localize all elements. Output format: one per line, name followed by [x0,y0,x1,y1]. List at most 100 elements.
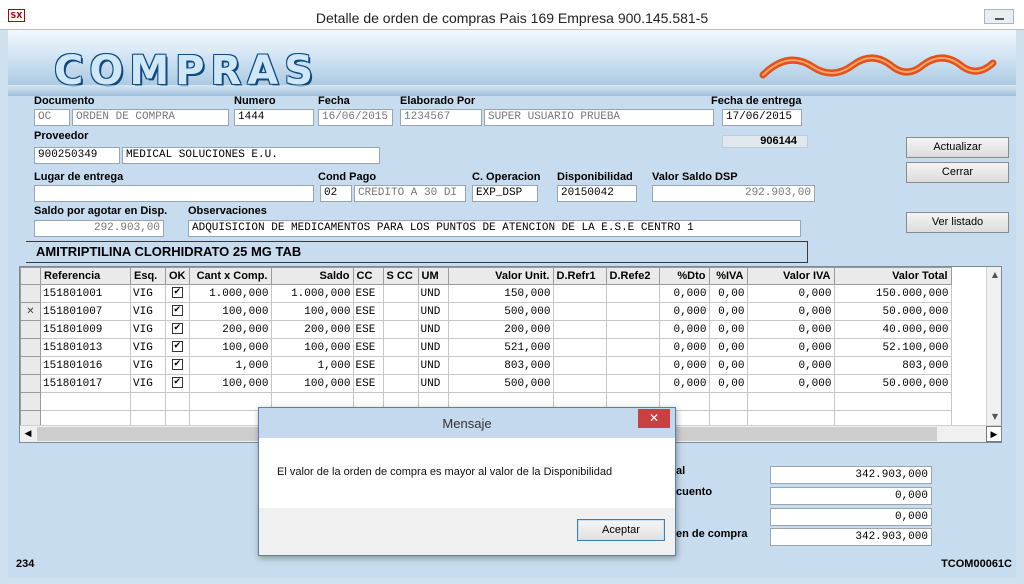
cell-dto[interactable]: 0,000 [658,356,710,375]
cell-scc[interactable] [382,374,419,393]
cell-scc[interactable] [382,320,419,339]
cell-um[interactable]: UND [417,374,449,393]
checkbox-checked-icon[interactable]: ✔ [171,341,183,353]
cell-vtotal[interactable]: 150.000,000 [833,284,952,303]
table-row[interactable]: 151801013 VIG ✔ 100,000 100,000 ESE UND 521,000… [20,338,952,357]
cell-d2[interactable] [605,302,660,321]
numero-field[interactable]: 1444 [234,109,314,126]
disponibilidad-field[interactable]: 20150042 [557,185,637,202]
table-row[interactable]: 151801009 VIG ✔ 200,000 200,000 ESE UND 200,000… [20,320,952,339]
cell-vtotal[interactable]: 50.000,000 [833,374,952,393]
col-valor-total[interactable]: Valor Total [833,267,952,285]
cell-ref[interactable]: 151801007 [40,302,131,321]
cell-ok[interactable]: ✔ [165,356,190,375]
cerrar-button[interactable]: Cerrar [906,162,1009,183]
cell-cc[interactable]: ESE [352,374,384,393]
scroll-up-icon[interactable]: ▲ [987,267,1001,283]
cell-saldo[interactable]: 100,000 [270,302,354,321]
cell-dto[interactable]: 0,000 [658,284,710,303]
col-valor-iva[interactable]: Valor IVA [746,267,835,285]
cell-vtotal[interactable]: 50.000,000 [833,302,952,321]
cell-viva[interactable]: 0,000 [746,338,835,357]
total-field[interactable]: 342.903,000 [770,466,932,484]
cell-iva[interactable]: 0,00 [708,284,748,303]
proveedor-name-field[interactable]: MEDICAL SOLUCIONES E.U. [122,147,380,164]
observaciones-field[interactable]: ADQUISICION DE MEDICAMENTOS PARA LOS PUN… [188,220,801,237]
aceptar-button[interactable]: Aceptar [577,519,665,541]
cell-cc[interactable]: ESE [352,302,384,321]
scroll-right-icon[interactable]: ▶ [986,426,1001,442]
cond-pago-desc-field[interactable]: CREDITO A 30 DI [354,185,466,202]
empty-cell[interactable] [165,392,190,411]
row-selector[interactable] [20,284,41,303]
empty-cell[interactable] [746,392,835,411]
cell-um[interactable]: UND [417,356,449,375]
cell-d1[interactable] [552,338,607,357]
row-selector[interactable] [20,320,41,339]
cell-cc[interactable]: ESE [352,338,384,357]
empty-cell[interactable] [40,392,131,411]
checkbox-checked-icon[interactable]: ✔ [171,287,183,299]
empty-cell[interactable] [130,392,166,411]
cell-vtotal[interactable]: 803,000 [833,356,952,375]
doc-code-field[interactable]: OC [34,109,70,126]
cell-d1[interactable] [552,356,607,375]
cell-vunit[interactable]: 803,000 [447,356,554,375]
scroll-down-icon[interactable]: ▼ [987,409,1001,425]
col-s-cc[interactable]: S CC [382,267,419,285]
cell-cant[interactable]: 100,000 [188,374,272,393]
checkbox-checked-icon[interactable]: ✔ [171,305,183,317]
cell-cant[interactable]: 1.000,000 [188,284,272,303]
cell-scc[interactable] [382,284,419,303]
cell-ref[interactable]: 151801009 [40,320,131,339]
cell-vtotal[interactable]: 40.000,000 [833,320,952,339]
col-ok[interactable]: OK [165,267,190,285]
fecha-field[interactable]: 16/06/2015 [318,109,393,126]
descuento-field[interactable]: 0,000 [770,487,932,505]
col-dto[interactable]: %Dto [658,267,710,285]
cell-um[interactable]: UND [417,338,449,357]
cell-saldo[interactable]: 1,000 [270,356,354,375]
table-row[interactable]: 151801017 VIG ✔ 100,000 100,000 ESE UND 500,000… [20,374,952,393]
cell-ref[interactable]: 151801017 [40,374,131,393]
cell-cant[interactable]: 200,000 [188,320,272,339]
cell-d1[interactable] [552,302,607,321]
cell-dto[interactable]: 0,000 [658,338,710,357]
cell-vunit[interactable]: 150,000 [447,284,554,303]
row-selector[interactable] [20,338,41,357]
row-selector[interactable]: ✕ [20,302,41,321]
empty-cell[interactable] [708,392,748,411]
cell-esq[interactable]: VIG [130,374,166,393]
cell-d1[interactable] [552,320,607,339]
doc-name-field[interactable]: ORDEN DE COMPRA [72,109,229,126]
col-iva[interactable]: %IVA [708,267,748,285]
cell-iva[interactable]: 0,00 [708,338,748,357]
cell-cc[interactable]: ESE [352,284,384,303]
cell-saldo[interactable]: 200,000 [270,320,354,339]
c-operacion-field[interactable]: EXP_DSP [472,185,538,202]
checkbox-checked-icon[interactable]: ✔ [171,359,183,371]
col-d-refr1[interactable]: D.Refr1 [552,267,607,285]
table-row[interactable]: 151801016 VIG ✔ 1,000 1,000 ESE UND 803,000 0,00… [20,356,952,375]
cell-saldo[interactable]: 100,000 [270,374,354,393]
orden-compra-total-field[interactable]: 342.903,000 [770,528,932,546]
cell-vtotal[interactable]: 52.100,000 [833,338,952,357]
grid-vertical-scrollbar[interactable]: ▲ ▼ [986,267,1001,425]
row-selector[interactable] [20,374,41,393]
elaborado-code-field[interactable]: 1234567 [400,109,482,126]
cell-esq[interactable]: VIG [130,302,166,321]
cell-esq[interactable]: VIG [130,356,166,375]
cell-d2[interactable] [605,356,660,375]
checkbox-checked-icon[interactable]: ✔ [171,323,183,335]
cell-esq[interactable]: VIG [130,320,166,339]
cell-ok[interactable]: ✔ [165,320,190,339]
elaborado-name-field[interactable]: SUPER USUARIO PRUEBA [484,109,714,126]
col-referencia[interactable]: Referencia [40,267,131,285]
col-um[interactable]: UM [417,267,449,285]
cell-cant[interactable]: 1,000 [188,356,272,375]
empty-cell[interactable] [833,392,952,411]
cond-pago-code-field[interactable]: 02 [320,185,352,202]
cell-vunit[interactable]: 500,000 [447,302,554,321]
cell-d1[interactable] [552,374,607,393]
cell-iva[interactable]: 0,00 [708,374,748,393]
